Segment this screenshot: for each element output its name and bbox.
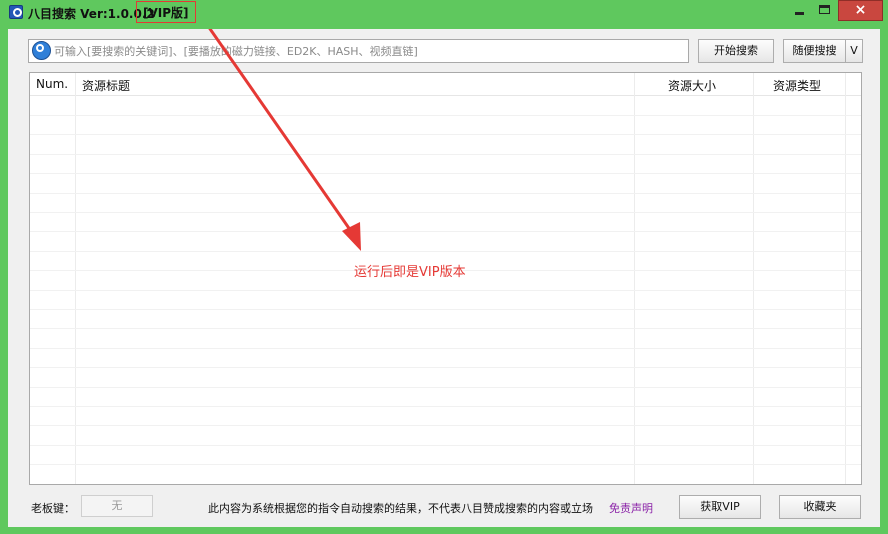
- close-button[interactable]: ×: [838, 0, 883, 21]
- search-row: 开始搜索 随便搜搜 V: [28, 39, 868, 63]
- get-vip-button[interactable]: 获取VIP: [679, 495, 761, 519]
- close-icon: ×: [854, 2, 867, 18]
- row-divider: [30, 212, 861, 213]
- boss-key-label: 老板键：: [31, 502, 75, 515]
- maximize-button[interactable]: [812, 0, 838, 21]
- annotation-label: 运行后即是VIP版本: [354, 265, 466, 280]
- row-divider: [30, 134, 861, 135]
- vip-badge: [VIP版]: [136, 1, 196, 23]
- row-divider: [30, 387, 861, 388]
- table-header: Num. 资源标题 资源大小 资源类型: [30, 73, 861, 96]
- row-divider: [30, 173, 861, 174]
- row-divider: [30, 231, 861, 232]
- row-divider: [30, 445, 861, 446]
- row-divider: [30, 367, 861, 368]
- app-window: 八目搜索 Ver:1.0.0.2 [VIP版] × 开始搜索 随便搜搜 V Nu…: [0, 0, 888, 534]
- start-search-button[interactable]: 开始搜索: [698, 39, 774, 63]
- favorites-button[interactable]: 收藏夹: [779, 495, 861, 519]
- minimize-button[interactable]: [787, 0, 812, 21]
- row-divider: [30, 115, 861, 116]
- disclaimer-text: 此内容为系统根据您的指令自动搜索的结果，不代表八目赞成搜索的内容或立场: [208, 502, 593, 515]
- random-search-dropdown[interactable]: V: [845, 39, 863, 63]
- row-divider: [30, 406, 861, 407]
- boss-key-field[interactable]: 无: [81, 495, 153, 517]
- search-icon: [32, 41, 51, 60]
- search-box[interactable]: [28, 39, 689, 63]
- row-divider: [30, 328, 861, 329]
- row-divider: [30, 193, 861, 194]
- column-header-type[interactable]: 资源类型: [773, 77, 821, 94]
- main-panel: 开始搜索 随便搜搜 V Num. 资源标题 资源大小 资源类型 运行后即是VIP…: [8, 29, 880, 527]
- footer-bar: 老板键： 无 此内容为系统根据您的指令自动搜索的结果，不代表八目赞成搜索的内容或…: [8, 492, 880, 522]
- title-bar[interactable]: 八目搜索 Ver:1.0.0.2 [VIP版] ×: [0, 0, 888, 26]
- row-divider: [30, 251, 861, 252]
- row-divider: [30, 290, 861, 291]
- row-divider: [30, 425, 861, 426]
- random-search-button[interactable]: 随便搜搜: [783, 39, 846, 63]
- row-divider: [30, 309, 861, 310]
- row-divider: [30, 348, 861, 349]
- app-logo-icon: [9, 5, 23, 19]
- row-divider: [30, 154, 861, 155]
- column-header-num[interactable]: Num.: [36, 77, 68, 91]
- disclaimer-link[interactable]: 免责声明: [609, 500, 653, 516]
- row-divider: [30, 464, 861, 465]
- column-header-title[interactable]: 资源标题: [82, 77, 130, 94]
- column-header-size[interactable]: 资源大小: [668, 77, 716, 94]
- search-input[interactable]: [54, 43, 684, 59]
